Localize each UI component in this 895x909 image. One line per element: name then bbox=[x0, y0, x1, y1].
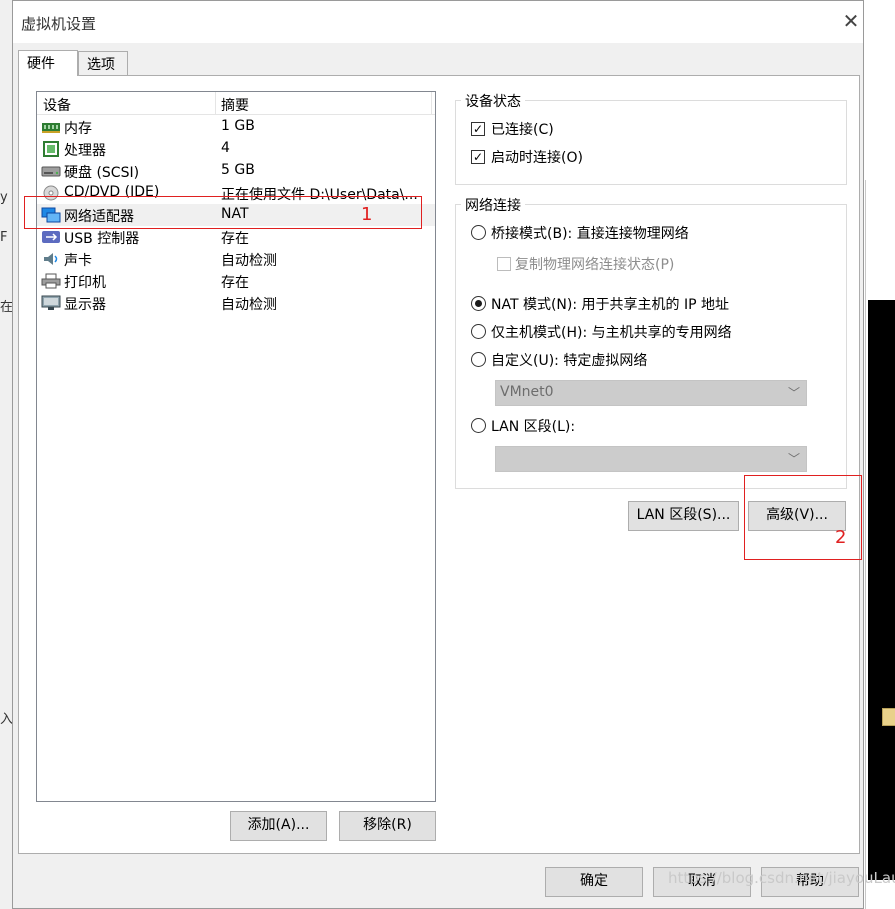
device-row-display[interactable]: 显示器 自动检测 bbox=[37, 292, 435, 314]
device-row-memory[interactable]: 内存 1 GB bbox=[37, 116, 435, 138]
remove-button[interactable]: 移除(R) bbox=[339, 811, 436, 841]
background-text: 在 bbox=[0, 300, 12, 315]
column-separator bbox=[431, 92, 432, 114]
usb-icon bbox=[42, 231, 60, 243]
tab-hardware[interactable]: 硬件 bbox=[18, 50, 78, 76]
column-separator bbox=[215, 92, 216, 114]
tab-options[interactable]: 选项 bbox=[78, 51, 128, 75]
lan-segments-button[interactable]: LAN 区段(S)... bbox=[628, 501, 739, 531]
select-value: VMnet0 bbox=[500, 384, 554, 400]
custom-label: 自定义(U): 特定虚拟网络 bbox=[491, 353, 648, 369]
tab-label: 选项 bbox=[87, 57, 115, 73]
window-title: 虚拟机设置 bbox=[21, 15, 97, 33]
tab-label: 硬件 bbox=[27, 56, 55, 72]
lan-segment-label: LAN 区段(L): bbox=[491, 419, 576, 435]
custom-radio[interactable] bbox=[471, 352, 486, 367]
replicate-state-label: 复制物理网络连接状态(P) bbox=[515, 257, 675, 273]
connect-at-power-on-checkbox[interactable]: ✓ bbox=[471, 150, 485, 164]
hardware-panel: 设备 摘要 内存 1 GB 处理器 4 硬盘 (SCSI) 5 GB CD/DV… bbox=[18, 75, 862, 854]
title-bar: 虚拟机设置 ✕ bbox=[13, 1, 863, 43]
device-name: 处理器 bbox=[64, 143, 106, 159]
nat-radio[interactable] bbox=[471, 296, 486, 311]
annotation-label-2: 2 bbox=[835, 527, 847, 548]
device-summary: 1 GB bbox=[221, 118, 255, 134]
add-button[interactable]: 添加(A)... bbox=[230, 811, 327, 841]
chevron-down-icon: ﹀ bbox=[787, 386, 800, 400]
display-icon bbox=[41, 295, 61, 310]
bridged-label: 桥接模式(B): 直接连接物理网络 bbox=[491, 226, 689, 242]
memory-icon bbox=[42, 123, 60, 133]
host-only-radio[interactable] bbox=[471, 324, 486, 339]
background-window-right bbox=[865, 180, 895, 909]
hard-disk-icon bbox=[41, 166, 61, 177]
device-summary: 4 bbox=[221, 140, 230, 156]
nat-label: NAT 模式(N): 用于共享主机的 IP 地址 bbox=[491, 297, 729, 313]
connect-at-power-on-label: 启动时连接(O) bbox=[491, 150, 583, 166]
device-name: 显示器 bbox=[64, 297, 106, 313]
processor-icon bbox=[43, 141, 59, 157]
close-icon[interactable]: ✕ bbox=[839, 9, 863, 33]
network-connection-title: 网络连接 bbox=[461, 195, 525, 215]
background-text: F bbox=[0, 230, 8, 245]
list-header: 设备 摘要 bbox=[37, 92, 435, 115]
custom-network-select[interactable]: VMnet0 ﹀ bbox=[495, 380, 807, 406]
ok-button[interactable]: 确定 bbox=[545, 867, 643, 897]
device-summary: 存在 bbox=[221, 231, 249, 247]
device-summary: 存在 bbox=[221, 275, 249, 291]
printer-icon bbox=[41, 273, 61, 289]
folder-icon bbox=[882, 708, 895, 726]
device-name: 内存 bbox=[64, 121, 92, 137]
background-dark-area bbox=[868, 300, 895, 880]
replicate-state-checkbox[interactable] bbox=[497, 257, 511, 271]
column-device[interactable]: 设备 bbox=[43, 95, 71, 115]
device-summary: 自动检测 bbox=[221, 253, 277, 269]
device-row-usb[interactable]: USB 控制器 存在 bbox=[37, 226, 435, 248]
device-name: 声卡 bbox=[64, 253, 92, 269]
device-name: 硬盘 (SCSI) bbox=[64, 165, 140, 181]
background-text: 入 bbox=[0, 712, 12, 727]
device-name: 打印机 bbox=[64, 275, 106, 291]
device-status-group bbox=[455, 100, 847, 185]
column-summary[interactable]: 摘要 bbox=[221, 95, 249, 115]
connected-label: 已连接(C) bbox=[491, 122, 554, 138]
connected-checkbox[interactable]: ✓ bbox=[471, 122, 485, 136]
device-summary: 5 GB bbox=[221, 162, 255, 178]
vm-settings-dialog: 虚拟机设置 ✕ 硬件 选项 设备 摘要 内存 1 GB 处理器 4 硬盘 (SC… bbox=[12, 0, 864, 909]
watermark: https://blog.csdn.net/jiayouLau bbox=[668, 869, 895, 887]
lan-segment-radio[interactable] bbox=[471, 418, 486, 433]
background-text: y bbox=[0, 190, 8, 205]
host-only-label: 仅主机模式(H): 与主机共享的专用网络 bbox=[491, 325, 732, 341]
device-row-sound-card[interactable]: 声卡 自动检测 bbox=[37, 248, 435, 270]
device-name: USB 控制器 bbox=[64, 231, 140, 247]
device-row-processor[interactable]: 处理器 4 bbox=[37, 138, 435, 160]
device-row-printer[interactable]: 打印机 存在 bbox=[37, 270, 435, 292]
bridged-radio[interactable] bbox=[471, 225, 486, 240]
sound-card-icon bbox=[44, 253, 58, 265]
annotation-label-1: 1 bbox=[361, 204, 373, 225]
device-summary: 自动检测 bbox=[221, 297, 277, 313]
device-row-hard-disk[interactable]: 硬盘 (SCSI) 5 GB bbox=[37, 160, 435, 182]
lan-segment-select[interactable]: ﹀ bbox=[495, 446, 807, 472]
chevron-down-icon: ﹀ bbox=[787, 452, 800, 466]
device-status-title: 设备状态 bbox=[461, 91, 525, 111]
